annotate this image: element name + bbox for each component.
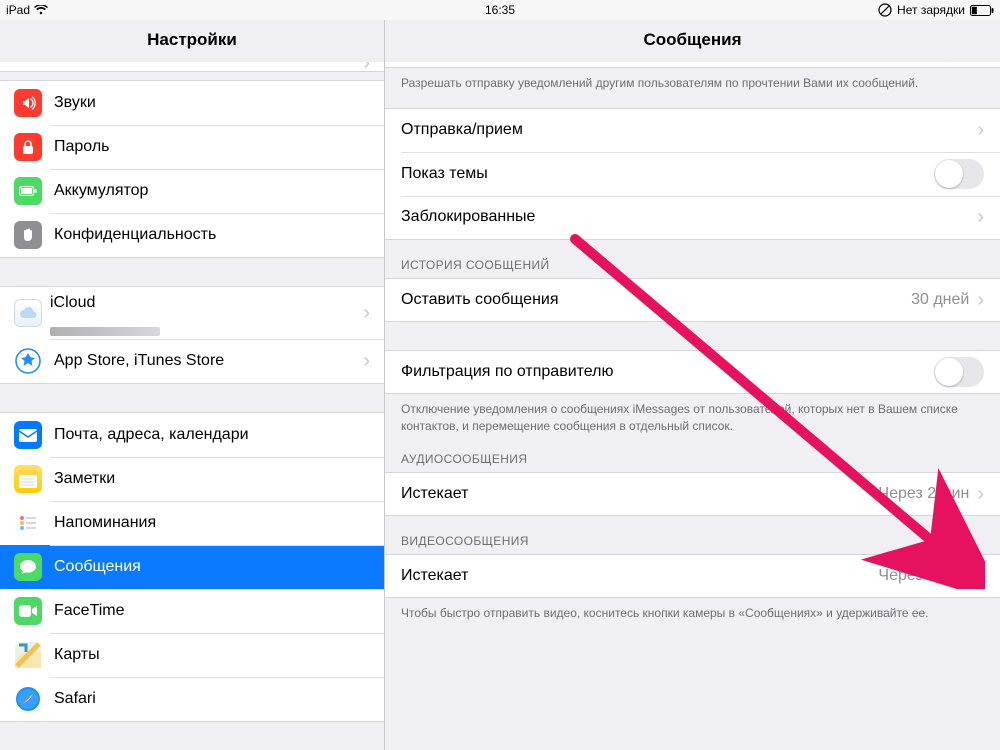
sidebar-item-label: Карты bbox=[54, 646, 100, 664]
battery-icon bbox=[970, 5, 994, 16]
filter-footer: Отключение уведомления о сообщениях iMes… bbox=[385, 394, 1000, 435]
sidebar-item-label: Аккумулятор bbox=[54, 182, 148, 200]
video-header: ВИДЕОСООБЩЕНИЯ bbox=[385, 516, 1000, 554]
facetime-icon bbox=[14, 597, 42, 625]
sidebar-item-label: App Store, iTunes Store bbox=[54, 352, 224, 370]
device-label: iPad bbox=[6, 3, 30, 17]
sidebar-item-notes[interactable]: Заметки bbox=[0, 457, 384, 501]
lock-icon bbox=[14, 133, 42, 161]
chevron-right-icon: › bbox=[977, 120, 984, 140]
chevron-right-icon: › bbox=[363, 351, 370, 371]
notes-icon bbox=[14, 465, 42, 493]
wifi-icon bbox=[34, 5, 48, 15]
safari-icon bbox=[14, 685, 42, 713]
settings-sidebar: Настройки › Звуки Пароль bbox=[0, 20, 385, 750]
sidebar-item-icloud[interactable]: iCloud › bbox=[0, 287, 384, 339]
sounds-icon bbox=[14, 89, 42, 117]
detail-pane: Сообщения - Разрешать отправку уведомлен… bbox=[385, 20, 1000, 750]
row-keep-messages[interactable]: Оставить сообщения 30 дней › bbox=[385, 278, 1000, 322]
row-filter-sender[interactable]: Фильтрация по отправителю bbox=[385, 350, 1000, 394]
sidebar-item-cutoff[interactable]: › bbox=[0, 62, 384, 71]
sidebar-item-messages[interactable]: Сообщения bbox=[0, 545, 384, 589]
sidebar-item-sounds[interactable]: Звуки bbox=[0, 81, 384, 125]
cell-title: Оставить сообщения bbox=[401, 291, 559, 309]
chevron-right-icon: › bbox=[977, 290, 984, 310]
sidebar-item-label: Safari bbox=[54, 690, 96, 708]
sidebar-item-appstore[interactable]: App Store, iTunes Store › bbox=[0, 339, 384, 383]
cloud-icon bbox=[14, 299, 42, 327]
sidebar-item-mail[interactable]: Почта, адреса, календари bbox=[0, 413, 384, 457]
sidebar-item-label: iCloud bbox=[50, 294, 95, 312]
cell-value: 30 дней bbox=[911, 291, 969, 309]
sidebar-item-passcode[interactable]: Пароль bbox=[0, 125, 384, 169]
messages-icon bbox=[14, 553, 42, 581]
row-audio-expire[interactable]: Истекает Через 2 мин › bbox=[385, 472, 1000, 516]
chevron-right-icon: › bbox=[363, 303, 370, 323]
sidebar-item-label: Почта, адреса, календари bbox=[54, 426, 249, 444]
chevron-right-icon: › bbox=[363, 62, 370, 73]
row-show-subject[interactable]: Показ темы bbox=[385, 152, 1000, 196]
audio-header: АУДИОСООБЩЕНИЯ bbox=[385, 434, 1000, 472]
cell-title: Заблокированные bbox=[401, 208, 535, 226]
charge-label: Нет зарядки bbox=[897, 3, 965, 17]
battery-icon bbox=[14, 177, 42, 205]
clock-label: 16:35 bbox=[485, 3, 515, 17]
sidebar-item-label: Конфиденциальность bbox=[54, 226, 216, 244]
no-charge-icon bbox=[878, 3, 892, 17]
mail-icon bbox=[14, 421, 42, 449]
filter-sender-switch[interactable] bbox=[934, 357, 984, 387]
cell-title: Показ темы bbox=[401, 165, 488, 183]
cell-value: Через 2 мин bbox=[878, 485, 969, 503]
chevron-right-icon: › bbox=[977, 207, 984, 227]
row-send-receive[interactable]: Отправка/прием › bbox=[385, 108, 1000, 152]
sidebar-item-maps[interactable]: Карты bbox=[0, 633, 384, 677]
sidebar-item-privacy[interactable]: Конфиденциальность bbox=[0, 213, 384, 257]
sidebar-item-safari[interactable]: Safari bbox=[0, 677, 384, 721]
read-receipts-footer: Разрешать отправку уведомлений другим по… bbox=[385, 68, 1000, 92]
sidebar-item-facetime[interactable]: FaceTime bbox=[0, 589, 384, 633]
sidebar-item-label: Заметки bbox=[54, 470, 115, 488]
sidebar-title: Настройки bbox=[0, 20, 384, 62]
sidebar-item-label: Пароль bbox=[54, 138, 110, 156]
chevron-right-icon: › bbox=[977, 484, 984, 504]
icloud-account-redacted bbox=[50, 327, 160, 336]
cell-title: Отправка/прием bbox=[401, 121, 523, 139]
sidebar-item-label: Сообщения bbox=[54, 558, 141, 576]
cell-title: Истекает bbox=[401, 567, 469, 585]
show-subject-switch[interactable] bbox=[934, 159, 984, 189]
cell-title: Фильтрация по отправителю bbox=[401, 363, 614, 381]
maps-icon bbox=[14, 641, 42, 669]
appstore-icon bbox=[14, 347, 42, 375]
sidebar-item-label: Напоминания bbox=[54, 514, 156, 532]
chevron-right-icon: › bbox=[977, 566, 984, 586]
row-read-receipts[interactable]: - bbox=[385, 62, 1000, 68]
sidebar-item-label: FaceTime bbox=[54, 602, 125, 620]
status-bar: iPad 16:35 Нет зарядки bbox=[0, 0, 1000, 20]
hand-icon bbox=[14, 221, 42, 249]
sidebar-item-battery[interactable]: Аккумулятор bbox=[0, 169, 384, 213]
history-header: ИСТОРИЯ СООБЩЕНИЙ bbox=[385, 240, 1000, 278]
detail-title: Сообщения bbox=[385, 20, 1000, 62]
row-blocked[interactable]: Заблокированные › bbox=[385, 196, 1000, 240]
cell-value: Через 2 мин bbox=[878, 567, 969, 585]
row-video-expire[interactable]: Истекает Через 2 мин › bbox=[385, 554, 1000, 598]
reminders-icon bbox=[14, 509, 42, 537]
video-footer: Чтобы быстро отправить видео, коснитесь … bbox=[385, 598, 1000, 622]
sidebar-item-reminders[interactable]: Напоминания bbox=[0, 501, 384, 545]
cell-title: Истекает bbox=[401, 485, 469, 503]
sidebar-item-label: Звуки bbox=[54, 94, 96, 112]
